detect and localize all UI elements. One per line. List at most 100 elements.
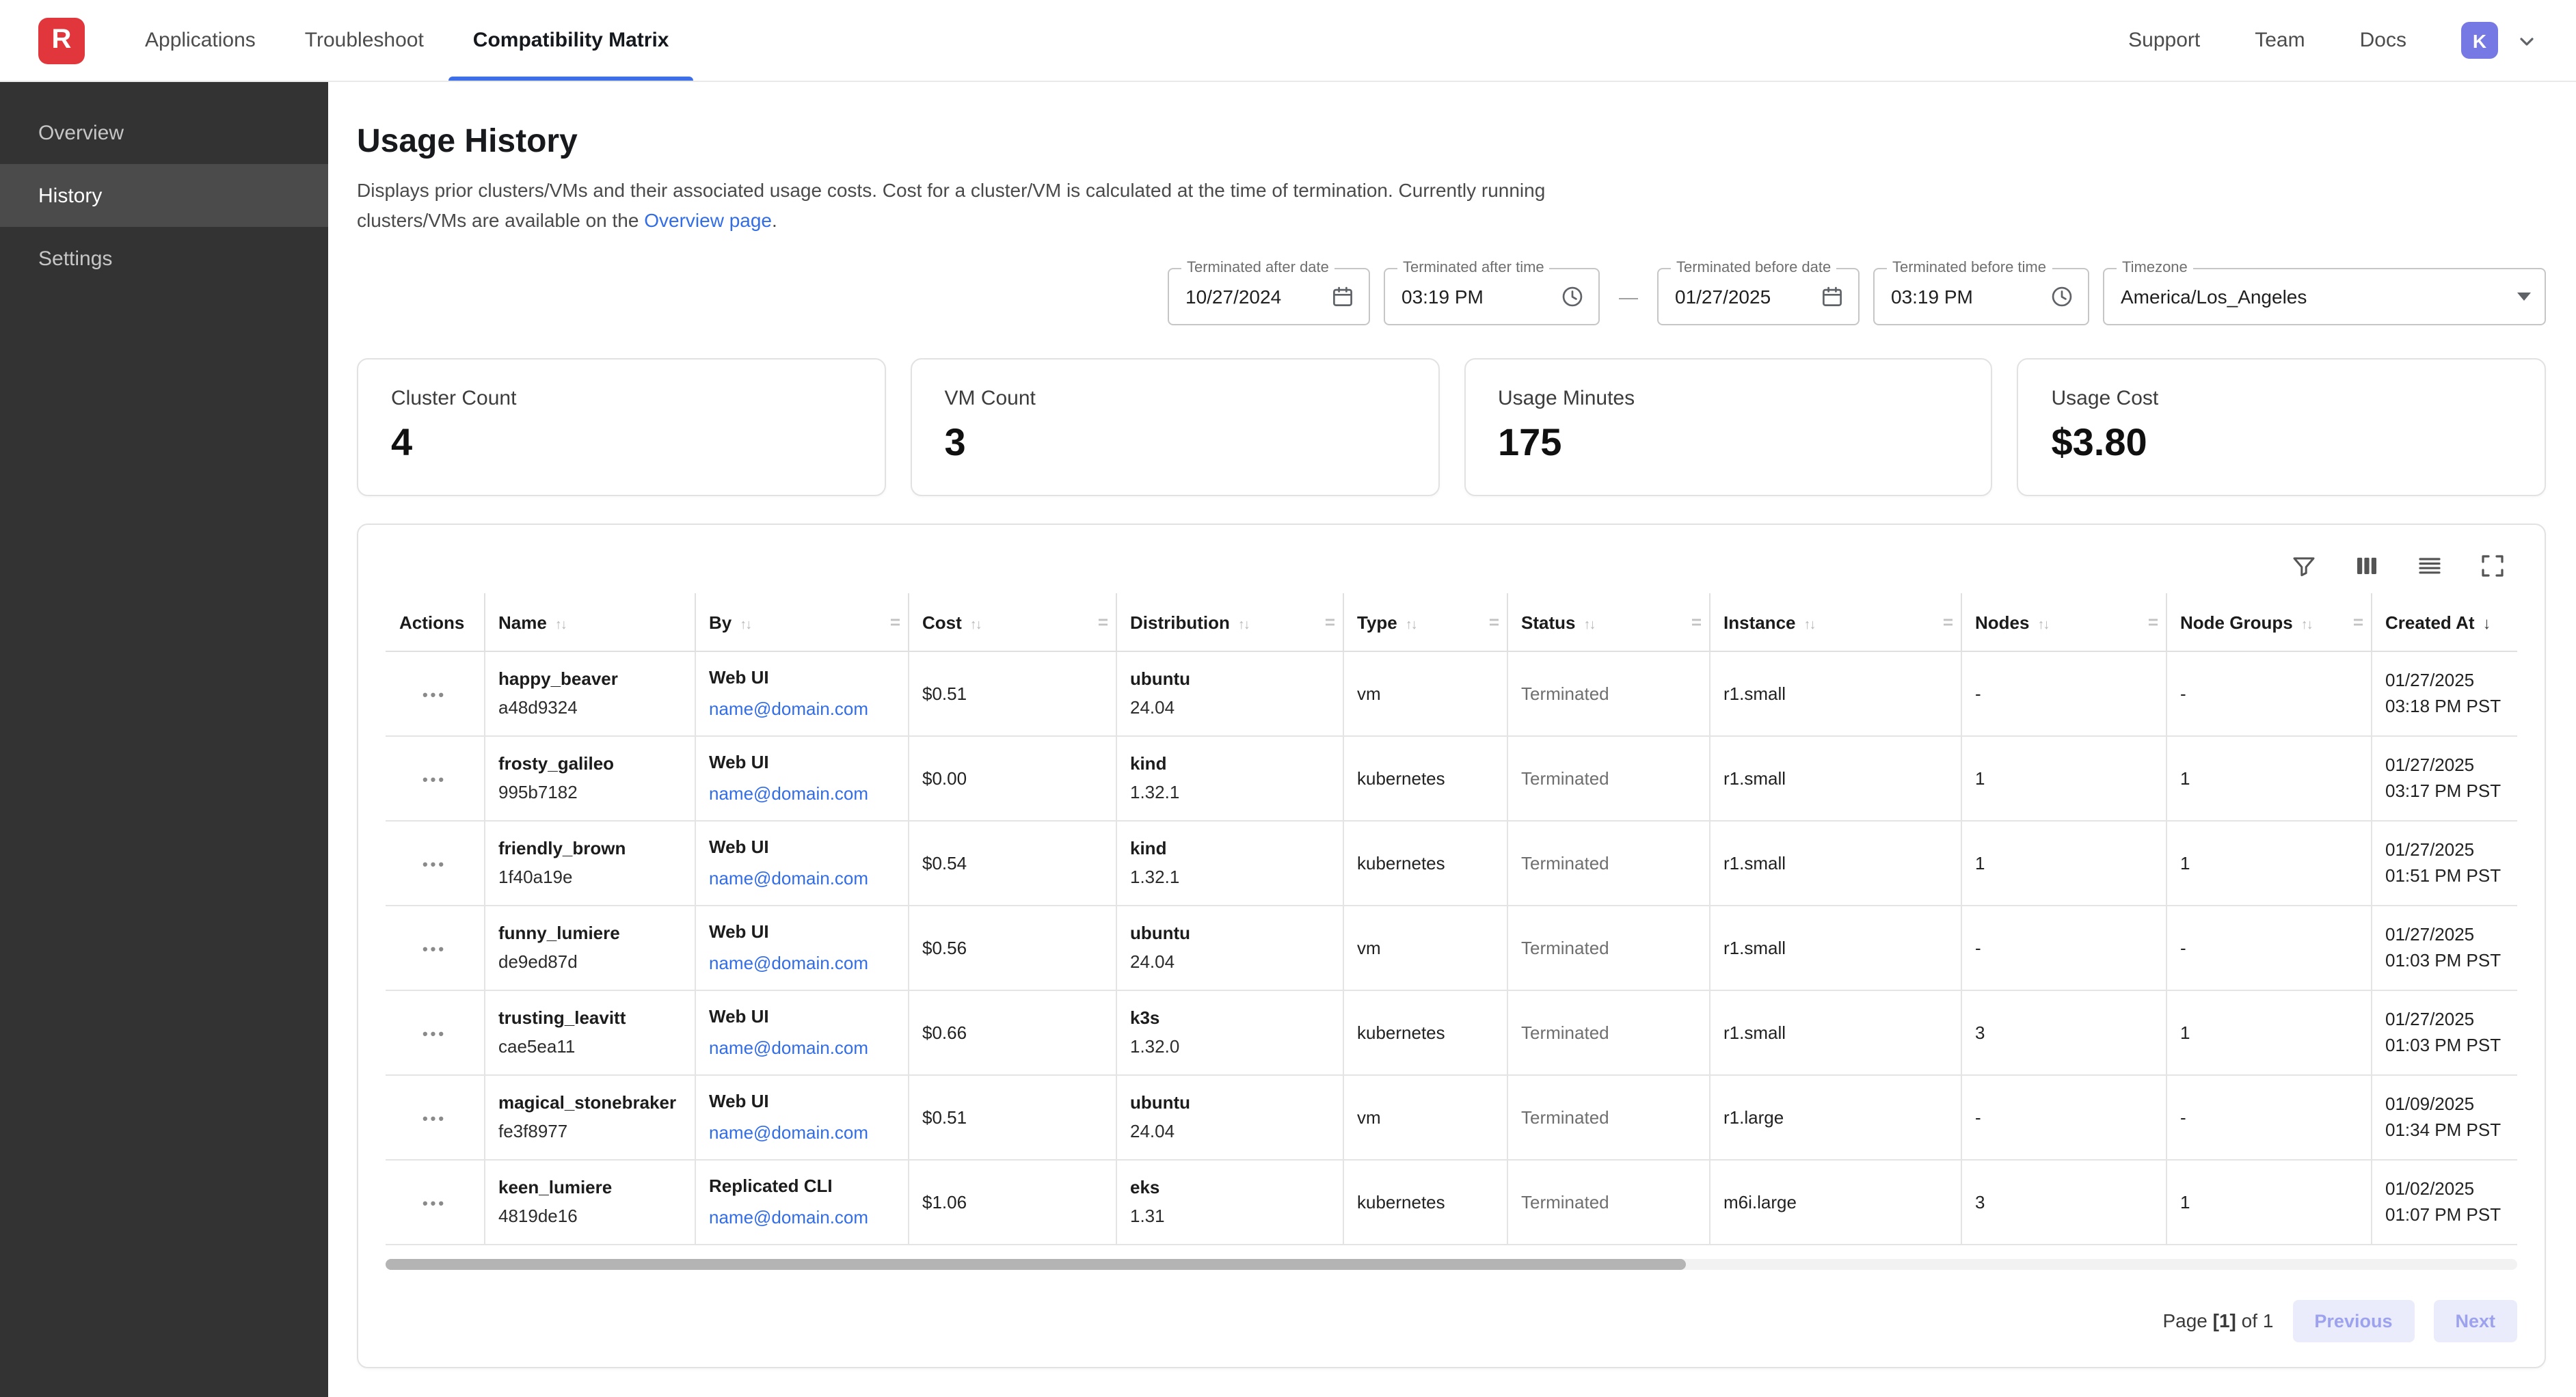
table-row: ••• happy_beavera48d9324 Web UIname@doma… — [386, 651, 2517, 736]
created-date: 01/27/2025 — [2385, 921, 2517, 948]
cluster-id: fe3f8977 — [498, 1119, 680, 1145]
timezone-select[interactable]: Timezone America/Los_Angeles — [2103, 269, 2546, 326]
overview-page-link[interactable]: Overview page — [644, 208, 772, 230]
stat-label: Usage Minutes — [1498, 388, 1959, 411]
active-tab-indicator — [448, 77, 694, 81]
terminated-after-date-input[interactable]: Terminated after date 10/27/2024 — [1168, 269, 1370, 326]
sort-desc-icon: ↓ — [2483, 613, 2491, 632]
cluster-id: 995b7182 — [498, 780, 680, 806]
creator-email-link[interactable]: name@domain.com — [709, 1205, 868, 1232]
density-icon[interactable] — [2416, 553, 2443, 580]
creator-email-link[interactable]: name@domain.com — [709, 781, 868, 808]
row-actions-button[interactable]: ••• — [422, 687, 446, 703]
column-header-instance[interactable]: Instance↑↓= — [1709, 594, 1961, 651]
creator-email-link[interactable]: name@domain.com — [709, 951, 868, 977]
column-header-actions[interactable]: Actions — [386, 594, 484, 651]
stat-card-cluster-count: Cluster Count 4 — [357, 359, 886, 497]
created-date: 01/27/2025 — [2385, 667, 2517, 694]
nav-item-docs[interactable]: Docs — [2360, 29, 2406, 52]
row-actions-button[interactable]: ••• — [422, 941, 446, 958]
nav-item-support[interactable]: Support — [2128, 29, 2200, 52]
row-actions-button[interactable]: ••• — [422, 856, 446, 873]
nodes-count: - — [1975, 683, 1981, 703]
stat-card-usage-minutes: Usage Minutes 175 — [1464, 359, 1993, 497]
cluster-id: 4819de16 — [498, 1204, 680, 1230]
column-resize-icon[interactable]: = — [890, 612, 900, 632]
column-header-nodes[interactable]: Nodes↑↓= — [1961, 594, 2166, 651]
column-header-by[interactable]: By↑↓= — [695, 594, 908, 651]
row-actions-button[interactable]: ••• — [422, 1111, 446, 1127]
column-header-name[interactable]: Name↑↓ — [484, 594, 695, 651]
status-badge: Terminated — [1521, 683, 1609, 703]
type-value: vm — [1357, 1107, 1381, 1127]
field-label: Terminated before date — [1671, 260, 1836, 277]
sidebar-item-history[interactable]: History — [0, 164, 328, 227]
next-page-button[interactable]: Next — [2433, 1300, 2517, 1342]
terminated-after-time-input[interactable]: Terminated after time 03:19 PM — [1384, 269, 1600, 326]
current-page: [1] — [2213, 1310, 2236, 1332]
calendar-icon[interactable] — [1820, 285, 1844, 310]
created-date: 01/27/2025 — [2385, 837, 2517, 863]
column-header-status[interactable]: Status↑↓= — [1507, 594, 1709, 651]
cluster-name: trusting_leavitt — [498, 1005, 680, 1031]
sort-icon: ↑↓ — [740, 617, 751, 632]
column-header-type[interactable]: Type↑↓= — [1343, 594, 1507, 651]
calendar-icon[interactable] — [1330, 285, 1355, 310]
nav-item-team[interactable]: Team — [2255, 29, 2305, 52]
scrollbar-thumb[interactable] — [386, 1259, 1686, 1270]
row-actions-button[interactable]: ••• — [422, 772, 446, 788]
creator-email-link[interactable]: name@domain.com — [709, 1120, 868, 1147]
node-groups-count: - — [2180, 1107, 2186, 1127]
app-window: R Applications Troubleshoot Compatibilit… — [0, 0, 2576, 1397]
nav-item-applications[interactable]: Applications — [120, 0, 280, 81]
stat-label: Usage Cost — [2052, 388, 2512, 411]
previous-page-button[interactable]: Previous — [2292, 1300, 2414, 1342]
table-row: ••• magical_stonebrakerfe3f8977 Web UIna… — [386, 1075, 2517, 1160]
status-badge: Terminated — [1521, 1022, 1609, 1042]
distribution-version: 1.32.1 — [1130, 780, 1328, 806]
created-date: 01/09/2025 — [2385, 1091, 2517, 1117]
distribution-version: 1.32.0 — [1130, 1034, 1328, 1061]
column-resize-icon[interactable]: = — [1489, 612, 1499, 632]
column-header-created_at[interactable]: Created At↓ — [2371, 594, 2517, 651]
creator-email-link[interactable]: name@domain.com — [709, 866, 868, 893]
sort-icon: ↑↓ — [1804, 617, 1815, 632]
distribution-name: ubuntu — [1130, 920, 1328, 947]
created-time: 01:34 PM PST — [2385, 1117, 2517, 1144]
column-header-distribution[interactable]: Distribution↑↓= — [1116, 594, 1343, 651]
column-resize-icon[interactable]: = — [2353, 612, 2363, 632]
columns-icon[interactable] — [2353, 553, 2380, 580]
column-resize-icon[interactable]: = — [1325, 612, 1335, 632]
column-resize-icon[interactable]: = — [1098, 612, 1108, 632]
status-badge: Terminated — [1521, 768, 1609, 788]
row-actions-button[interactable]: ••• — [422, 1026, 446, 1042]
instance-type: r1.small — [1723, 937, 1786, 958]
type-value: vm — [1357, 937, 1381, 958]
nav-item-troubleshoot[interactable]: Troubleshoot — [280, 0, 448, 81]
creator-email-link[interactable]: name@domain.com — [709, 696, 868, 723]
column-header-cost[interactable]: Cost↑↓= — [908, 594, 1116, 651]
filter-icon[interactable] — [2290, 553, 2318, 580]
type-value: vm — [1357, 683, 1381, 703]
column-resize-icon[interactable]: = — [1943, 612, 1953, 632]
column-resize-icon[interactable]: = — [1691, 612, 1702, 632]
clock-icon[interactable] — [1560, 285, 1585, 310]
row-actions-button[interactable]: ••• — [422, 1195, 446, 1212]
terminated-before-time-input[interactable]: Terminated before time 03:19 PM — [1873, 269, 2089, 326]
type-value: kubernetes — [1357, 768, 1445, 788]
column-header-node_groups[interactable]: Node Groups↑↓= — [2166, 594, 2371, 651]
creator-email-link[interactable]: name@domain.com — [709, 1035, 868, 1062]
replicated-logo[interactable]: R — [38, 17, 85, 64]
node-groups-count: 1 — [2180, 1191, 2190, 1212]
terminated-before-date-input[interactable]: Terminated before date 01/27/2025 — [1657, 269, 1860, 326]
sidebar-item-overview[interactable]: Overview — [0, 101, 328, 164]
column-resize-icon[interactable]: = — [2148, 612, 2158, 632]
nav-item-compatibility-matrix[interactable]: Compatibility Matrix — [448, 0, 694, 81]
clock-icon[interactable] — [2050, 285, 2074, 310]
nodes-count: 1 — [1975, 768, 1985, 788]
fullscreen-icon[interactable] — [2479, 553, 2506, 580]
horizontal-scrollbar[interactable] — [386, 1259, 2517, 1270]
sidebar-item-settings[interactable]: Settings — [0, 227, 328, 290]
user-menu[interactable]: K — [2461, 22, 2538, 59]
top-navigation: R Applications Troubleshoot Compatibilit… — [0, 0, 2576, 82]
